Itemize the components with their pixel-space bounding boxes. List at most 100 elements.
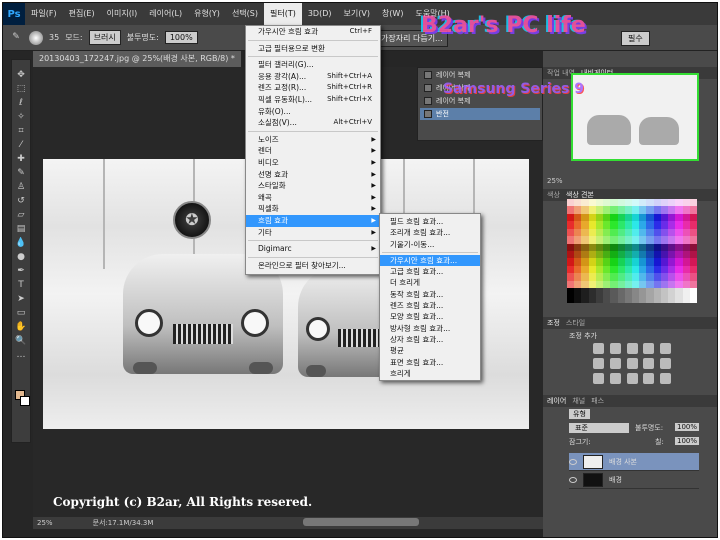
- color-swatch[interactable]: [668, 213, 676, 222]
- color-swatch[interactable]: [603, 206, 611, 214]
- color-swatch[interactable]: [624, 228, 632, 237]
- color-swatch[interactable]: [646, 258, 654, 266]
- history-row[interactable]: 레이어 복제: [420, 69, 540, 81]
- color-swatch[interactable]: [653, 295, 661, 303]
- exposure-icon[interactable]: [643, 343, 655, 354]
- color-swatch[interactable]: [682, 199, 690, 207]
- color-swatch[interactable]: [682, 206, 690, 214]
- color-swatch[interactable]: [660, 243, 669, 251]
- layer-row[interactable]: 배경: [569, 471, 699, 489]
- color-swatch[interactable]: [689, 236, 697, 244]
- color-swatch[interactable]: [660, 199, 669, 207]
- color-swatch[interactable]: [653, 273, 661, 281]
- filter-menu-item[interactable]: 고급 필터용으로 변환: [246, 43, 380, 55]
- color-swatch[interactable]: [639, 199, 647, 207]
- color-swatch[interactable]: [617, 213, 625, 222]
- menu-select[interactable]: 선택(S): [226, 3, 264, 25]
- color-swatch[interactable]: [624, 288, 632, 296]
- color-swatch[interactable]: [660, 265, 669, 274]
- color-swatch[interactable]: [588, 199, 596, 207]
- color-swatch[interactable]: [567, 258, 575, 266]
- invert-icon[interactable]: [593, 373, 604, 384]
- color-swatch[interactable]: [603, 273, 611, 281]
- blur-menu-item[interactable]: 동작 흐림 효과...: [380, 289, 480, 300]
- color-swatch[interactable]: [603, 199, 611, 207]
- eye-icon[interactable]: [569, 458, 577, 465]
- curves-icon[interactable]: [626, 343, 638, 354]
- color-swatch[interactable]: [639, 258, 647, 266]
- color-swatch[interactable]: [646, 250, 654, 259]
- color-swatch[interactable]: [574, 243, 582, 251]
- color-swatch[interactable]: [668, 221, 676, 229]
- color-swatch[interactable]: [567, 295, 575, 303]
- menu-3d[interactable]: 3D(D): [302, 3, 338, 25]
- quick-select-tool-icon[interactable]: ✧: [14, 112, 28, 123]
- color-swatch[interactable]: [603, 265, 611, 274]
- blur-menu-item[interactable]: 방사형 흐림 효과...: [380, 323, 480, 334]
- color-swatch[interactable]: [603, 243, 611, 251]
- color-swatch[interactable]: [617, 288, 625, 296]
- color-swatch[interactable]: [567, 221, 575, 229]
- filter-menu-item[interactable]: 노이즈 ▶: [246, 134, 380, 146]
- color-swatch[interactable]: [610, 250, 618, 259]
- color-swatch[interactable]: [574, 258, 582, 266]
- healing-tool-icon[interactable]: ✚: [14, 154, 28, 165]
- color-swatch[interactable]: [639, 206, 647, 214]
- threshold-icon[interactable]: [626, 373, 638, 384]
- color-swatch[interactable]: [617, 199, 625, 207]
- color-swatch[interactable]: [588, 258, 596, 266]
- color-swatch[interactable]: [567, 213, 575, 222]
- color-swatch[interactable]: [653, 236, 661, 244]
- color-swatch[interactable]: [689, 288, 697, 296]
- color-swatch[interactable]: [574, 288, 582, 296]
- color-swatch[interactable]: [682, 213, 690, 222]
- color-swatch[interactable]: [588, 243, 596, 251]
- blur-menu-item[interactable]: 가우시안 흐림 효과...: [380, 254, 480, 267]
- layer-row[interactable]: 배경 사본: [569, 453, 699, 471]
- color-swatch[interactable]: [603, 236, 611, 244]
- color-swatch[interactable]: [682, 243, 690, 251]
- color-swatch[interactable]: [668, 243, 676, 251]
- document-tab[interactable]: 20130403_172247.jpg @ 25%(배경 사본, RGB/8) …: [33, 51, 241, 67]
- color-swatch[interactable]: [646, 265, 654, 274]
- color-swatch[interactable]: [632, 228, 640, 237]
- color-swatch[interactable]: [675, 258, 683, 266]
- swatches-grid[interactable]: [567, 199, 697, 303]
- color-swatch[interactable]: [646, 288, 654, 296]
- color-swatch[interactable]: [624, 243, 632, 251]
- color-swatch[interactable]: [668, 250, 676, 259]
- color-swatch[interactable]: [617, 228, 625, 237]
- filter-menu-item[interactable]: 흐림 효과 ▶: [246, 214, 380, 227]
- color-balance-icon[interactable]: [609, 358, 621, 369]
- color-swatch[interactable]: [588, 265, 596, 274]
- color-swatch[interactable]: [682, 288, 690, 296]
- color-swatch[interactable]: [646, 295, 654, 303]
- color-swatch[interactable]: [689, 295, 697, 303]
- color-swatch[interactable]: [675, 295, 683, 303]
- color-swatch[interactable]: [639, 221, 647, 229]
- color-swatch[interactable]: [668, 258, 676, 266]
- color-swatch[interactable]: [668, 199, 676, 207]
- color-swatch[interactable]: [624, 236, 632, 244]
- tab-color[interactable]: 색상: [547, 190, 560, 200]
- blur-menu-item[interactable]: 흐리게: [380, 368, 480, 379]
- color-swatch[interactable]: [617, 243, 625, 251]
- color-swatch[interactable]: [653, 258, 661, 266]
- crop-tool-icon[interactable]: ⌗: [14, 126, 28, 137]
- color-swatch[interactable]: [689, 273, 697, 281]
- color-swatch[interactable]: [610, 228, 618, 237]
- color-swatch[interactable]: [588, 288, 596, 296]
- color-swatch[interactable]: [653, 243, 661, 251]
- dodge-tool-icon[interactable]: ●: [14, 252, 28, 263]
- color-swatch[interactable]: [689, 199, 697, 207]
- color-swatch[interactable]: [595, 236, 604, 244]
- color-swatch[interactable]: [588, 221, 596, 229]
- color-swatch[interactable]: [689, 228, 697, 237]
- color-swatch[interactable]: [675, 199, 683, 207]
- color-swatch[interactable]: [675, 236, 683, 244]
- blur-menu-item[interactable]: 평균: [380, 345, 480, 356]
- blur-menu-item[interactable]: 렌즈 흐림 효과...: [380, 300, 480, 311]
- color-swatch[interactable]: [639, 273, 647, 281]
- marquee-tool-icon[interactable]: ⬚: [14, 84, 28, 95]
- color-swatch[interactable]: [595, 206, 604, 214]
